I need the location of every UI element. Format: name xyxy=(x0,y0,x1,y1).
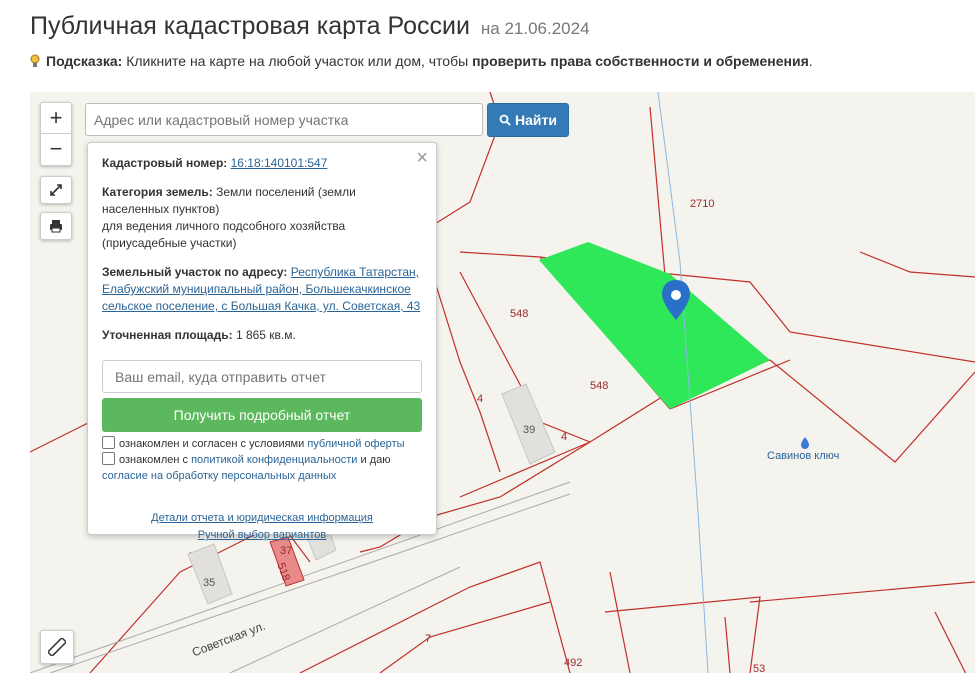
hint-text: Кликните на карте на любой участок или д… xyxy=(126,53,469,69)
area-row: Уточненная площадь: 1 865 кв.м. xyxy=(102,327,422,344)
lightbulb-icon xyxy=(30,54,40,71)
cadastral-number-label: Кадастровый номер: xyxy=(102,156,228,170)
zoom-in-button[interactable]: + xyxy=(41,103,71,134)
address-row: Земельный участок по адресу: Республика … xyxy=(102,264,422,315)
popup-links: Детали отчета и юридическая информация Р… xyxy=(102,510,422,544)
cadastral-map[interactable]: 2710 548 548 4 4 39 35 37 518 7 492 53 С… xyxy=(30,92,975,673)
parcel-label: 4 xyxy=(477,393,484,405)
privacy-checkbox[interactable] xyxy=(102,452,115,465)
email-field[interactable] xyxy=(102,360,422,393)
privacy-consent-mid: и даю xyxy=(360,454,391,466)
offer-link[interactable]: публичной оферты xyxy=(307,438,404,450)
cadastral-number-row: Кадастровый номер: 16:18:140101:547 xyxy=(102,155,422,172)
building-label: 35 xyxy=(203,577,216,589)
privacy-consent: ознакомлен с политикой конфиденциальност… xyxy=(102,452,422,484)
building-label: 39 xyxy=(523,424,536,436)
place-label: Савинов ключ xyxy=(767,450,840,462)
parcel-label: 548 xyxy=(510,308,529,320)
search-button[interactable]: Найти xyxy=(487,103,569,137)
measure-button[interactable] xyxy=(40,630,74,664)
cadastral-number-link[interactable]: 16:18:140101:547 xyxy=(231,156,328,170)
hint: Подсказка: Кликните на карте на любой уч… xyxy=(30,53,813,71)
land-category-row: Категория земель: Земли поселений (земли… xyxy=(102,184,422,252)
get-report-button[interactable]: Получить подробный отчет xyxy=(102,398,422,432)
privacy-consent-text: ознакомлен с xyxy=(119,454,189,466)
expand-icon xyxy=(50,184,62,196)
report-details-link[interactable]: Детали отчета и юридическая информация xyxy=(151,512,373,524)
water-drop-icon xyxy=(801,437,809,449)
page-title: Публичная кадастровая карта России на 21… xyxy=(30,12,590,41)
printer-icon xyxy=(50,220,62,233)
title-date: на 21.06.2024 xyxy=(480,19,590,38)
hint-bold-text: проверить права собственности и обремене… xyxy=(472,53,809,69)
hint-label: Подсказка: xyxy=(46,53,123,69)
land-use-value: для ведения личного подсобного хозяйства… xyxy=(102,219,346,250)
land-category-label: Категория земель: xyxy=(102,185,213,199)
search-button-label: Найти xyxy=(514,112,557,128)
building-label: 37 xyxy=(280,545,293,557)
close-icon[interactable]: × xyxy=(416,147,428,170)
title-text: Публичная кадастровая карта России xyxy=(30,12,470,40)
parcel-label: 4 xyxy=(561,431,568,443)
parcel-label: 492 xyxy=(564,657,583,669)
parcel-label: 7 xyxy=(425,633,432,645)
data-processing-link[interactable]: согласие на обработку персональных данны… xyxy=(102,470,336,482)
zoom-control: + − xyxy=(40,102,72,166)
parcel-label: 2710 xyxy=(690,198,715,210)
area-value: 1 865 кв.м. xyxy=(235,328,296,342)
offer-checkbox[interactable] xyxy=(102,436,115,449)
selected-parcel[interactable] xyxy=(539,242,770,409)
search-icon xyxy=(499,114,511,126)
zoom-out-button[interactable]: − xyxy=(41,134,71,164)
ruler-icon xyxy=(46,636,68,658)
print-button[interactable] xyxy=(40,212,72,240)
privacy-policy-link[interactable]: политикой конфиденциальности xyxy=(191,454,357,466)
parcel-label: 548 xyxy=(590,380,609,392)
offer-consent: ознакомлен и согласен с условиями публич… xyxy=(102,436,422,452)
manual-selection-link[interactable]: Ручной выбор вариантов xyxy=(198,529,326,541)
fullscreen-button[interactable] xyxy=(40,176,72,204)
area-label: Уточненная площадь: xyxy=(102,328,233,342)
hint-end: . xyxy=(808,53,813,69)
offer-consent-text: ознакомлен и согласен с условиями xyxy=(119,438,305,450)
parcel-info-popup: × Кадастровый номер: 16:18:140101:547 Ка… xyxy=(87,142,437,541)
address-label: Земельный участок по адресу: xyxy=(102,265,288,279)
search-input[interactable] xyxy=(85,103,483,136)
parcel-label: 53 xyxy=(753,663,766,673)
